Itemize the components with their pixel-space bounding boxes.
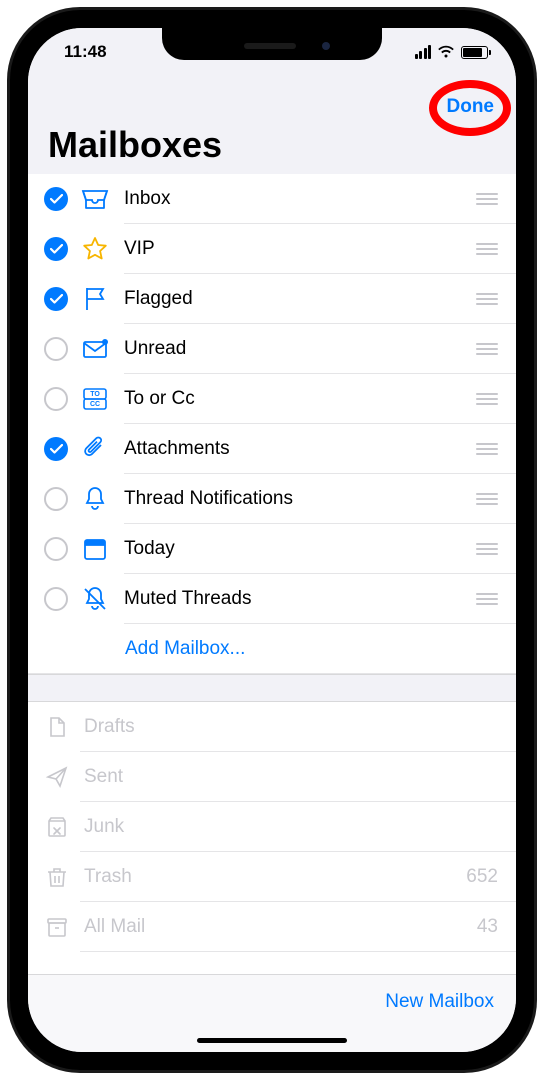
secondary-mailbox-row[interactable]: Trash652 [28,852,516,902]
checkbox[interactable] [44,387,68,411]
page-title: Mailboxes [48,80,496,174]
bell-icon [80,484,110,514]
drag-handle-icon[interactable] [476,543,498,555]
archivebox-icon [44,914,70,940]
checkbox[interactable] [44,337,68,361]
checkbox[interactable] [44,287,68,311]
notch [162,28,382,60]
secondary-mailbox-row[interactable]: Junk [28,802,516,852]
secondary-mailbox-label: All Mail [84,916,477,938]
secondary-mailbox-row[interactable]: Sent [28,752,516,802]
checkbox[interactable] [44,537,68,561]
svg-text:TO: TO [90,391,100,398]
paperclip-icon [80,434,110,464]
mailbox-label: Thread Notifications [124,488,476,510]
add-mailbox-row[interactable]: Add Mailbox... [28,624,516,674]
new-mailbox-button[interactable]: New Mailbox [385,991,494,1013]
nav-bar: Done Mailboxes [28,76,516,174]
mailbox-row[interactable]: TO CC To or Cc [28,374,516,424]
drag-handle-icon[interactable] [476,443,498,455]
envelope-badge-icon [80,334,110,364]
drag-handle-icon[interactable] [476,293,498,305]
drag-handle-icon[interactable] [476,493,498,505]
checkbox[interactable] [44,487,68,511]
trash-icon [44,864,70,890]
mailbox-row[interactable]: Flagged [28,274,516,324]
bell-slash-icon [80,584,110,614]
toolbar: New Mailbox [28,974,516,1052]
flag-icon [80,284,110,314]
checkbox[interactable] [44,587,68,611]
secondary-mailbox-list: DraftsSentJunkTrash652All Mail43 [28,702,516,952]
secondary-mailbox-label: Sent [84,766,498,788]
secondary-mailbox-row[interactable]: Drafts [28,702,516,752]
paperplane-icon [44,764,70,790]
junk-icon [44,814,70,840]
mailbox-row[interactable]: Today [28,524,516,574]
primary-mailbox-list: Inbox VIP Flagged Unread TO CC To or Cc Attachm… [28,174,516,624]
status-time: 11:48 [64,42,107,62]
section-separator [28,674,516,702]
drag-handle-icon[interactable] [476,393,498,405]
checkbox[interactable] [44,437,68,461]
mailbox-label: Attachments [124,438,476,460]
mailbox-row[interactable]: Muted Threads [28,574,516,624]
screen: 11:48 Done Mailboxes Inbox VIP Flagged Unre… [28,28,516,1052]
checkbox[interactable] [44,187,68,211]
mailbox-row[interactable]: Unread [28,324,516,374]
phone-frame: 11:48 Done Mailboxes Inbox VIP Flagged Unre… [10,10,534,1070]
secondary-mailbox-label: Drafts [84,716,498,738]
signal-icon [415,45,432,59]
home-indicator[interactable] [197,1038,347,1043]
secondary-mailbox-row[interactable]: All Mail43 [28,902,516,952]
checkbox[interactable] [44,237,68,261]
done-button[interactable]: Done [447,96,495,118]
secondary-mailbox-count: 43 [477,916,498,938]
drag-handle-icon[interactable] [476,243,498,255]
status-icons [415,45,489,59]
star-icon [80,234,110,264]
tocc-icon: TO CC [80,384,110,414]
mailbox-label: Unread [124,338,476,360]
mailbox-label: To or Cc [124,388,476,410]
mailbox-row[interactable]: Attachments [28,424,516,474]
tray-icon [80,184,110,214]
mailbox-row[interactable]: Thread Notifications [28,474,516,524]
battery-icon [461,46,488,59]
mailbox-label: Inbox [124,188,476,210]
doc-icon [44,714,70,740]
drag-handle-icon[interactable] [476,593,498,605]
secondary-mailbox-label: Junk [84,816,498,838]
mailbox-label: VIP [124,238,476,260]
mailbox-label: Muted Threads [124,588,476,610]
secondary-mailbox-label: Trash [84,866,466,888]
drag-handle-icon[interactable] [476,343,498,355]
wifi-icon [437,45,455,59]
drag-handle-icon[interactable] [476,193,498,205]
add-mailbox-label: Add Mailbox... [125,638,245,660]
mailbox-label: Today [124,538,476,560]
secondary-mailbox-count: 652 [466,866,498,888]
mailbox-row[interactable]: VIP [28,224,516,274]
mailbox-row[interactable]: Inbox [28,174,516,224]
svg-text:CC: CC [90,401,100,408]
mailbox-label: Flagged [124,288,476,310]
calendar-icon [80,534,110,564]
